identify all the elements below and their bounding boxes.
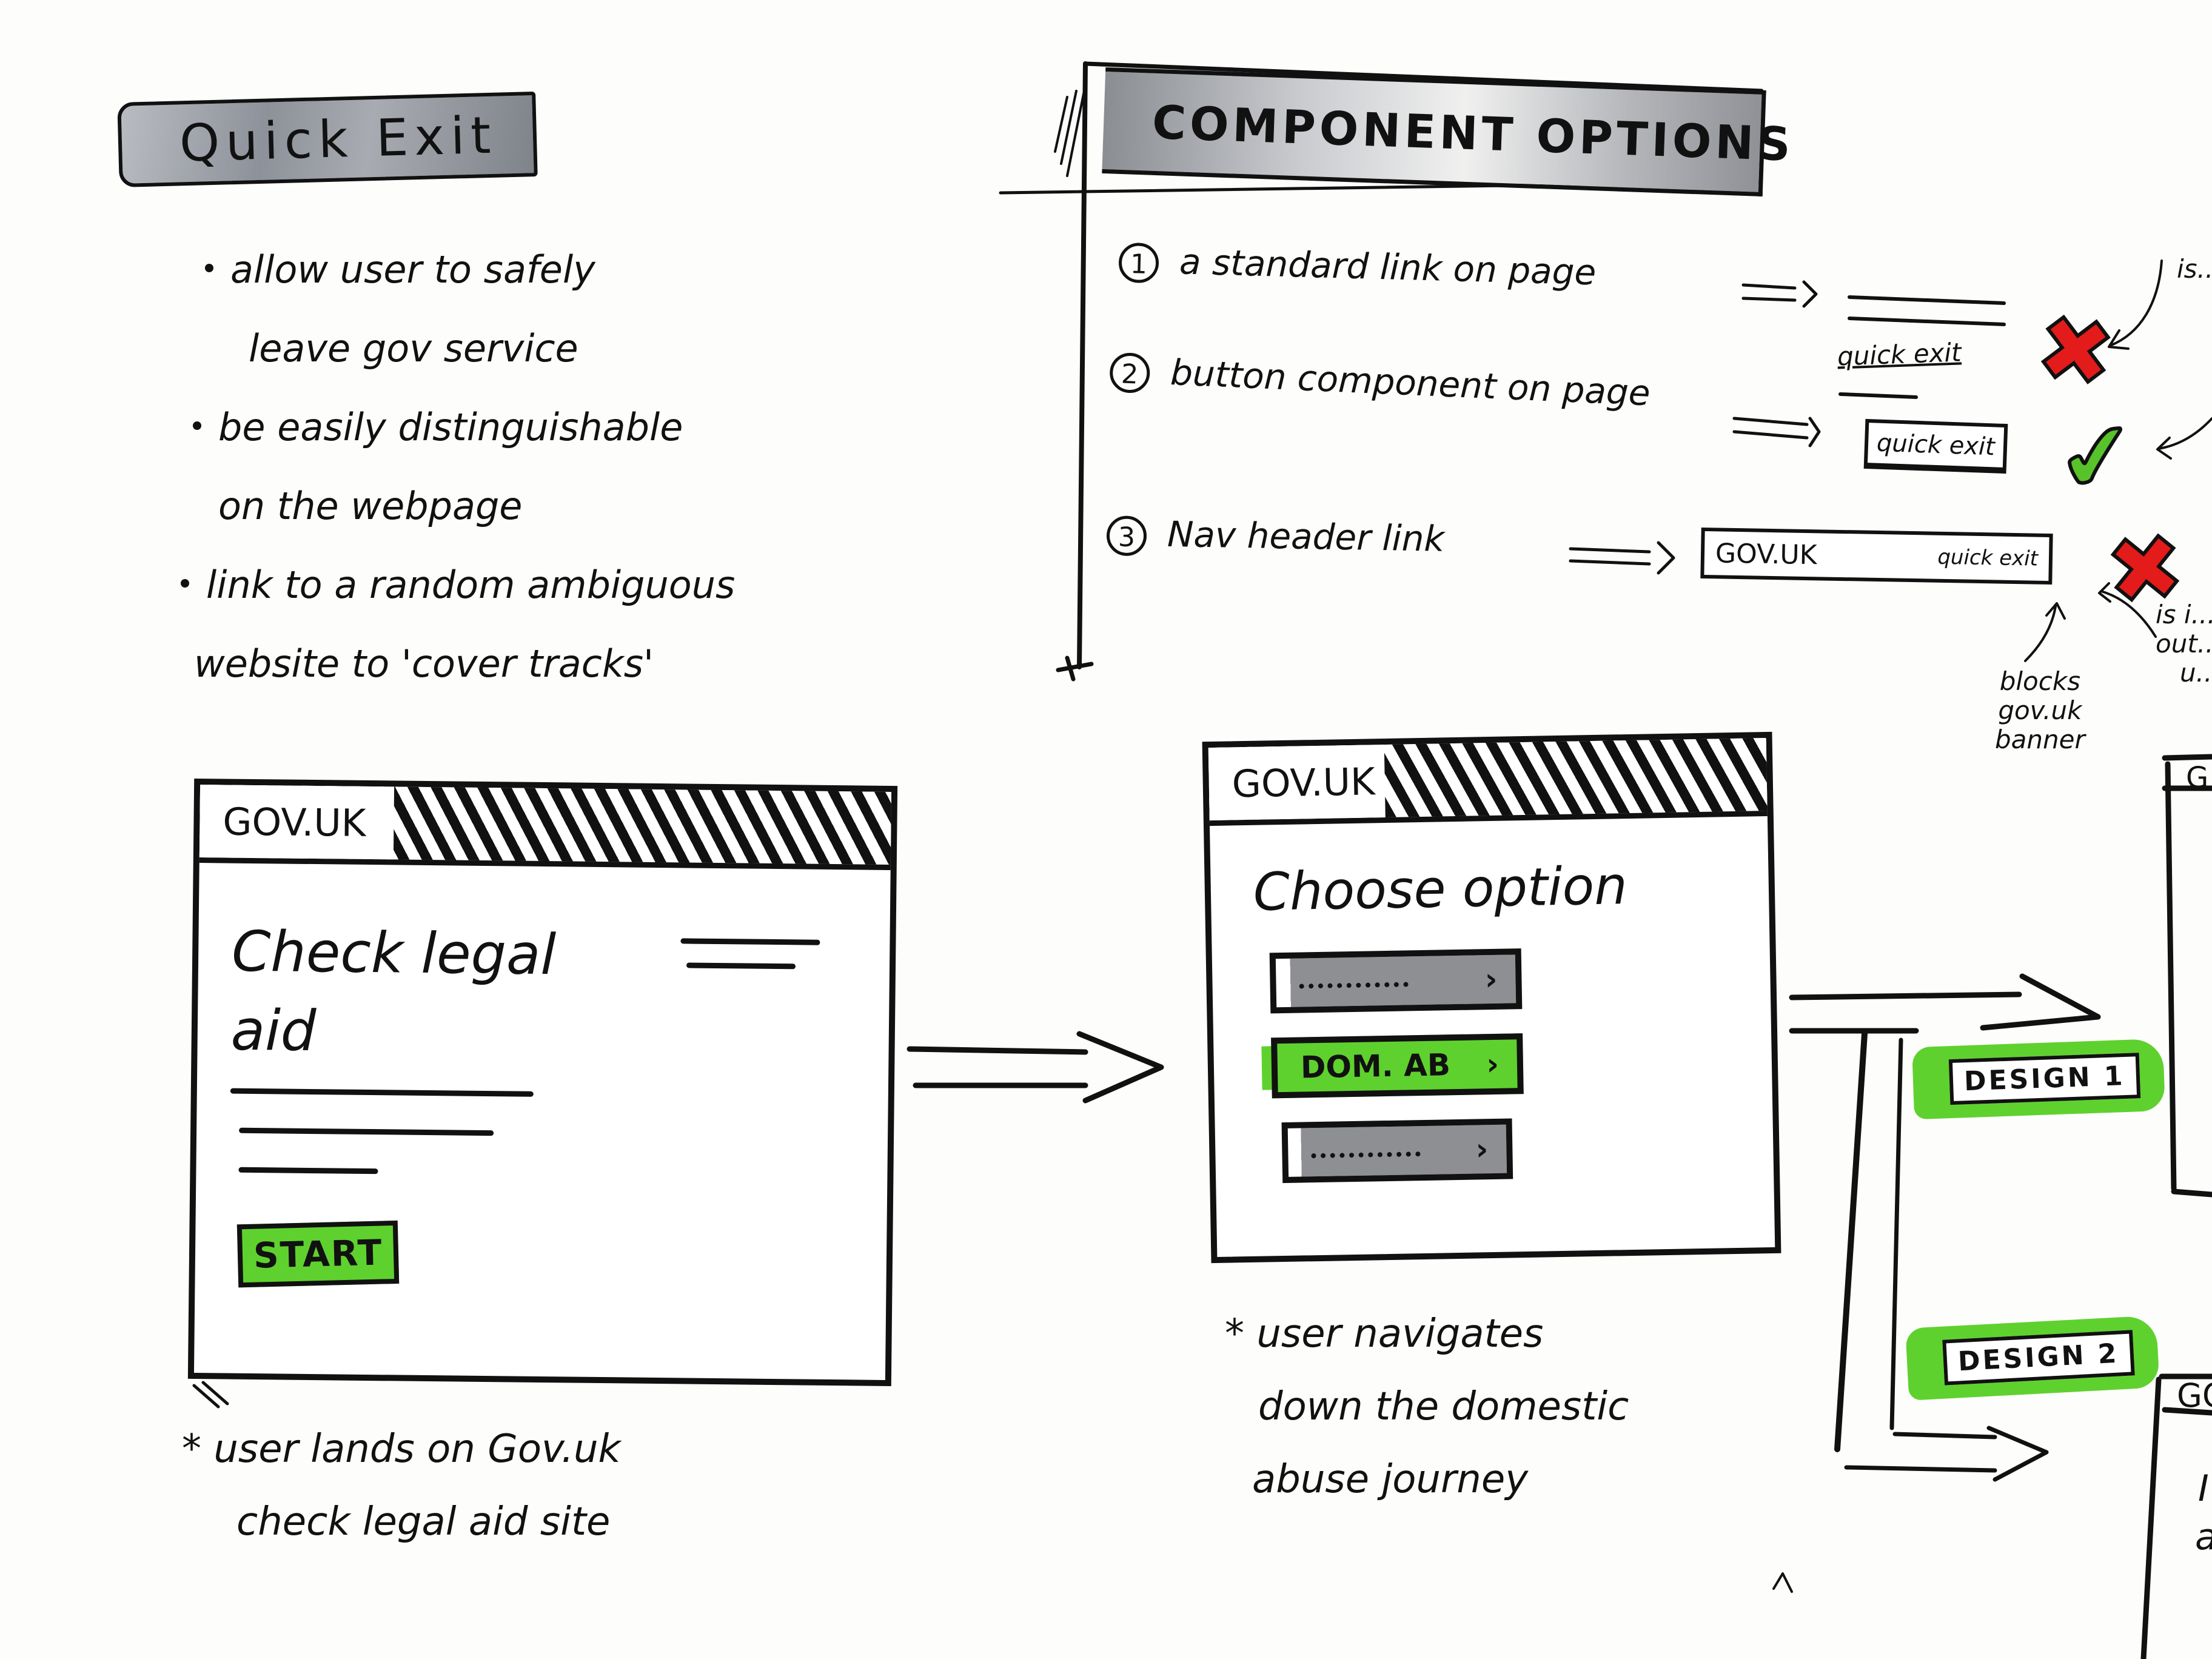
stray-mark [1772,1572,1793,1593]
bullet-item: be easily distinguishable on the webpage [193,388,735,546]
design-2-label[interactable]: DESIGN 2 [1905,1315,2160,1401]
peek-bottom-logo-fragment: GO [2177,1376,2212,1415]
page-title: Choose option [1253,856,1628,923]
note-line: blocks [1999,666,2081,696]
caption-line: abuse journey [1252,1457,1529,1502]
option-button[interactable]: › [1281,1118,1513,1184]
nav-header-quick-exit-link[interactable]: quick exit [1937,545,2038,571]
design-1-label-text: DESIGN 1 [1948,1053,2140,1105]
caption-line: * user lands on Gov.uk [182,1427,621,1472]
option-label: DOM. AB [1300,1047,1451,1085]
design-2-label-text: DESIGN 2 [1942,1330,2135,1386]
red-cross-icon: ✖ [2029,292,2123,411]
option-label: button component on page [1169,351,1651,414]
quick-exit-bullets: allow user to safely leave gov service b… [181,230,735,703]
option-3: 3 Nav header link [1106,512,1445,561]
page-title-line: Check legal [231,919,557,988]
sidebar-line [686,962,796,970]
is-note: is i... out... u... [2156,600,2212,688]
blocks-arrow [2024,602,2066,662]
govuk-logo: GOV.UK [199,785,395,860]
branch-arrow-top [1789,973,2101,1034]
bullet-line: leave gov service [249,326,578,370]
option-1: 1 a standard link on page [1118,240,1597,295]
govuk-header: GOV.UK [199,785,892,870]
quick-exit-title-text: Quick Exit [178,105,498,173]
option-button-domestic-abuse[interactable]: DOM. AB › [1271,1033,1524,1099]
frame-bottom-tick [1056,655,1094,682]
peek-bottom-text-fragment: I [2198,1467,2209,1510]
peek-bottom-text-fragment: a [2195,1516,2212,1558]
note-arrow-2 [2156,417,2212,460]
body-text-line [230,1088,534,1097]
chevron-right-icon: › [1475,1131,1489,1167]
option-label: Nav header link [1167,513,1445,560]
page-title-line: aid [230,997,317,1064]
flow-arrow-1 [907,1031,1164,1104]
wireframe-2-caption: * user navigates down the domestic abuse… [1225,1298,1629,1516]
option3-arrow [1569,541,1675,575]
wireframe-choose-option: GOV.UK Choose option › DOM. AB › › [1202,731,1781,1264]
bullet-dot [181,579,189,588]
quick-exit-title: Quick Exit [117,91,538,188]
bullet-line: on the webpage [218,484,523,528]
bullet-dot [205,264,213,272]
component-options-title: COMPONENT OPTIONS [1102,67,1795,196]
branch-arrow-bottom [1844,1426,2049,1482]
option2-arrow [1732,417,1821,447]
option1-arrow [1741,280,1818,308]
chevron-right-icon: › [1486,1046,1500,1082]
start-button[interactable]: START [236,1220,400,1288]
wireframe-1-caption: * user lands on Gov.uk check legal aid s… [182,1413,621,1558]
option-number: 2 [1108,352,1151,394]
option-placeholder-text [1299,974,1409,989]
frame-hatch [1054,84,1087,177]
caption-line: down the domestic [1258,1384,1629,1429]
option-label: a standard link on page [1179,241,1597,293]
body-text-line [239,1127,494,1136]
sidebar-line [680,938,820,945]
option-number: 3 [1106,515,1147,557]
option-1-side-note: is... o... [2177,254,2212,284]
option-2-example-button[interactable]: quick exit [1863,418,2008,474]
caption-line: * user navigates [1225,1312,1544,1356]
option-button[interactable]: › [1269,948,1523,1014]
note-line: banner [1995,725,2085,754]
component-options-title-text: COMPONENT OPTIONS [1151,95,1795,172]
branch-stem-outer [1834,1031,1868,1452]
note-line: u... [2180,658,2212,688]
option-placeholder-text [1311,1144,1421,1159]
component-options-frame-left [1077,61,1088,669]
bullet-item: link to a random ambiguous website to 'c… [181,546,736,703]
govuk-header: GOV.UK [1208,738,1768,826]
option-3-example-nav-header: GOV.UK quick exit [1700,527,2053,585]
bullet-line: website to 'cover tracks' [194,642,654,686]
body-text-line [238,1167,378,1175]
design-1-label[interactable]: DESIGN 1 [1912,1038,2165,1120]
blocks-banner-note: blocks gov.uk banner [1995,667,2085,754]
wireframe-check-legal-aid: GOV.UK Check legal aid START [187,778,898,1387]
peek-frame-top [2162,754,2212,1198]
bullet-item: allow user to safely leave gov service [205,230,735,388]
note-line: gov.uk [1998,695,2082,725]
nav-header-logo: GOV.UK [1715,537,1817,571]
option-1-example-link[interactable]: quick exit [1837,337,1962,371]
note-line: is i... [2156,600,2212,629]
page-title: Check legal aid [230,913,556,1074]
bullet-line: link to a random ambiguous [206,563,736,607]
bullet-line: allow user to safely [230,247,595,292]
govuk-logo: GOV.UK [1208,745,1386,821]
caption-line: check legal aid site [236,1500,611,1544]
branch-stem-inner [1889,1037,1903,1430]
green-tick-icon: ✔ [2050,398,2144,517]
bullet-dot [193,421,201,430]
note-line: out... [2156,629,2212,659]
option-number: 1 [1118,242,1159,284]
bullet-line: be easily distinguishable [218,405,683,449]
peek-top-logo-fragment: G [2186,761,2209,795]
chevron-right-icon: › [1484,961,1498,997]
option-2: 2 button component on page [1108,349,1651,416]
